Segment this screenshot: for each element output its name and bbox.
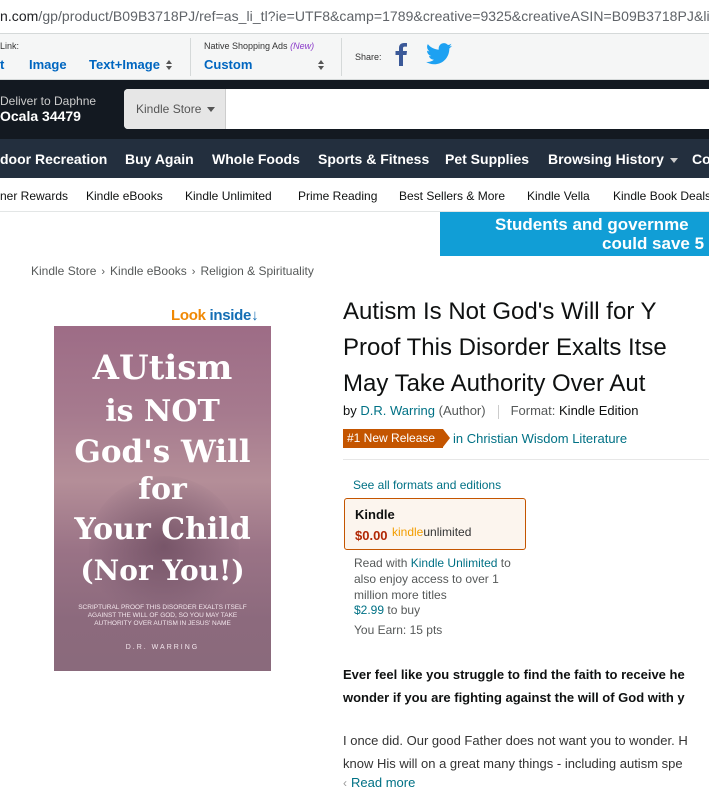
cover-title-line: for — [138, 472, 187, 507]
nav-sports-fitness[interactable]: Sports & Fitness — [318, 151, 429, 167]
cover-title-line: is NOT — [105, 394, 220, 429]
format-value: Kindle Edition — [559, 403, 639, 418]
text-image-dropdown-icon[interactable] — [166, 60, 173, 70]
facebook-icon[interactable] — [394, 42, 408, 66]
get-link-image-option[interactable]: Image — [29, 57, 67, 72]
cover-title-line: Your Child — [74, 512, 251, 547]
divider — [190, 38, 191, 76]
kindle-unlimited-link[interactable]: Kindle Unlimited — [411, 556, 498, 570]
cover-author: D.R. WARRING — [125, 644, 200, 651]
look-inside-inside: inside — [209, 307, 252, 324]
promo-banner[interactable]: Students and governme could save 5 — [440, 212, 709, 256]
earn-points: You Earn: 15 pts — [354, 623, 443, 637]
breadcrumb: Kindle Store › Kindle eBooks › Religion & Sp… — [31, 264, 314, 278]
promo-line2: could save 5 — [602, 234, 705, 253]
caret-down-icon — [207, 107, 215, 112]
chevron-left-icon: ‹ — [343, 776, 347, 790]
cover-title-line: (Nor You!) — [80, 554, 245, 587]
description-text: I once did. Our good Father does not wan… — [343, 729, 709, 775]
kindle-subnav: ner Rewards Kindle eBooks Kindle Unlimit… — [0, 178, 709, 212]
description-line: wonder if you are fighting against the w… — [343, 690, 685, 705]
description-line: know His will on a great many things - i… — [343, 756, 683, 771]
cover-title-line: AUtism — [92, 348, 233, 388]
search-department-label: Kindle Store — [136, 102, 202, 116]
search-bar[interactable]: Kindle Store — [124, 89, 709, 129]
new-tag: (New) — [290, 41, 315, 51]
main-nav: door Recreation Buy Again Whole Foods Sp… — [0, 139, 709, 178]
description-line: I once did. Our good Father does not wan… — [343, 733, 688, 748]
badge-category-link[interactable]: in Christian Wisdom Literature — [453, 431, 627, 446]
divider — [497, 404, 499, 419]
divider — [341, 38, 342, 76]
product-title-line: May Take Authority Over Aut — [343, 370, 646, 397]
read-more-link[interactable]: ‹ Read more — [343, 775, 415, 790]
new-release-badge[interactable]: #1 New Release — [343, 429, 451, 448]
buy-price-link[interactable]: $2.99 — [354, 603, 384, 617]
product-title-line: Proof This Disorder Exalts Itse — [343, 334, 667, 361]
link-label: Link: — [0, 41, 20, 51]
author-role: (Author) — [438, 403, 486, 418]
breadcrumb-kindle-store[interactable]: Kindle Store — [31, 264, 96, 278]
search-department-select[interactable]: Kindle Store — [124, 89, 226, 129]
kindle-unlimited-info: Read with Kindle Unlimited to also enjoy… — [354, 556, 511, 602]
deliver-to-location[interactable]: Ocala 34479 — [0, 108, 81, 124]
product-title-line: Autism Is Not God's Will for Y — [343, 298, 657, 325]
associates-sitestripe: Link: t Image Text+Image Native Shopping… — [0, 34, 709, 80]
product-title: Autism Is Not God's Will for Y Proof Thi… — [343, 294, 709, 402]
by-label: by — [343, 403, 357, 418]
nav-pet-supplies[interactable]: Pet Supplies — [445, 151, 529, 167]
subnav-rewards[interactable]: ner Rewards — [0, 189, 68, 203]
nav-whole-foods[interactable]: Whole Foods — [212, 151, 300, 167]
nav-buy-again[interactable]: Buy Again — [125, 151, 194, 167]
description-bold: Ever feel like you struggle to find the … — [343, 663, 709, 709]
native-ads-dropdown-icon[interactable] — [318, 60, 325, 70]
deliver-to-line1[interactable]: Deliver to Daphne — [0, 94, 96, 108]
twitter-icon[interactable] — [426, 43, 452, 65]
see-all-formats-link[interactable]: See all formats and editions — [353, 478, 501, 492]
author-link[interactable]: D.R. Warring — [360, 403, 435, 418]
kindle-unlimited-logo: kindleunlimited — [392, 525, 472, 539]
cover-subtitle: SCRIPTURAL PROOF THIS DISORDER EXALTS IT… — [78, 604, 247, 627]
get-link-text-image-option[interactable]: Text+Image — [89, 57, 160, 72]
url-path: /gp/product/B09B3718PJ/ref=as_li_tl?ie=U… — [38, 8, 709, 24]
description-line: Ever feel like you struggle to find the … — [343, 667, 685, 682]
format-price: $0.00 — [355, 528, 388, 543]
book-cover-image[interactable]: AUtism is NOT God's Will for Your Child … — [54, 326, 271, 671]
browser-address-bar[interactable]: n.com/gp/product/B09B3718PJ/ref=as_li_tl… — [0, 0, 709, 34]
subnav-kindle-ebooks[interactable]: Kindle eBooks — [86, 189, 163, 203]
url-host: n.com — [0, 8, 39, 24]
format-label: Format: — [510, 403, 556, 418]
url-text[interactable]: n.com/gp/product/B09B3718PJ/ref=as_li_tl… — [0, 8, 709, 24]
breadcrumb-separator-icon: › — [101, 266, 106, 278]
divider — [343, 459, 709, 460]
caret-down-icon — [669, 157, 678, 163]
nav-browsing-history[interactable]: Browsing History — [548, 151, 678, 167]
byline: by D.R. Warring (Author) Format: Kindle E… — [343, 403, 639, 419]
promo-line1: Students and governme — [495, 215, 689, 234]
nav-outdoor-recreation[interactable]: door Recreation — [0, 151, 107, 167]
subnav-kindle-book-deals[interactable]: Kindle Book Deals — [613, 189, 709, 203]
get-link-text-option[interactable]: t — [0, 57, 4, 72]
format-name: Kindle — [355, 507, 395, 522]
look-inside-button[interactable]: Look inside↓ — [171, 307, 259, 324]
buy-info: $2.99 to buy — [354, 603, 421, 617]
subnav-kindle-vella[interactable]: Kindle Vella — [527, 189, 590, 203]
cover-title-line: God's Will — [74, 434, 251, 470]
subnav-kindle-unlimited[interactable]: Kindle Unlimited — [185, 189, 272, 203]
breadcrumb-separator-icon: › — [191, 266, 196, 278]
native-ads-label: Native Shopping Ads (New) — [204, 41, 315, 51]
nav-more[interactable]: Co — [692, 151, 709, 167]
subnav-best-sellers[interactable]: Best Sellers & More — [399, 189, 505, 203]
header-belt: Deliver to Daphne Ocala 34479 Kindle Sto… — [0, 80, 709, 139]
breadcrumb-kindle-ebooks[interactable]: Kindle eBooks — [110, 264, 187, 278]
subnav-prime-reading[interactable]: Prime Reading — [298, 189, 377, 203]
breadcrumb-religion[interactable]: Religion & Spirituality — [200, 264, 313, 278]
look-inside-look: Look — [171, 307, 206, 324]
arrow-down-icon: ↓ — [251, 307, 259, 324]
native-ads-select[interactable]: Custom — [204, 57, 252, 72]
share-label: Share: — [355, 52, 382, 62]
format-kindle-box[interactable]: Kindle $0.00 kindleunlimited — [344, 498, 526, 550]
